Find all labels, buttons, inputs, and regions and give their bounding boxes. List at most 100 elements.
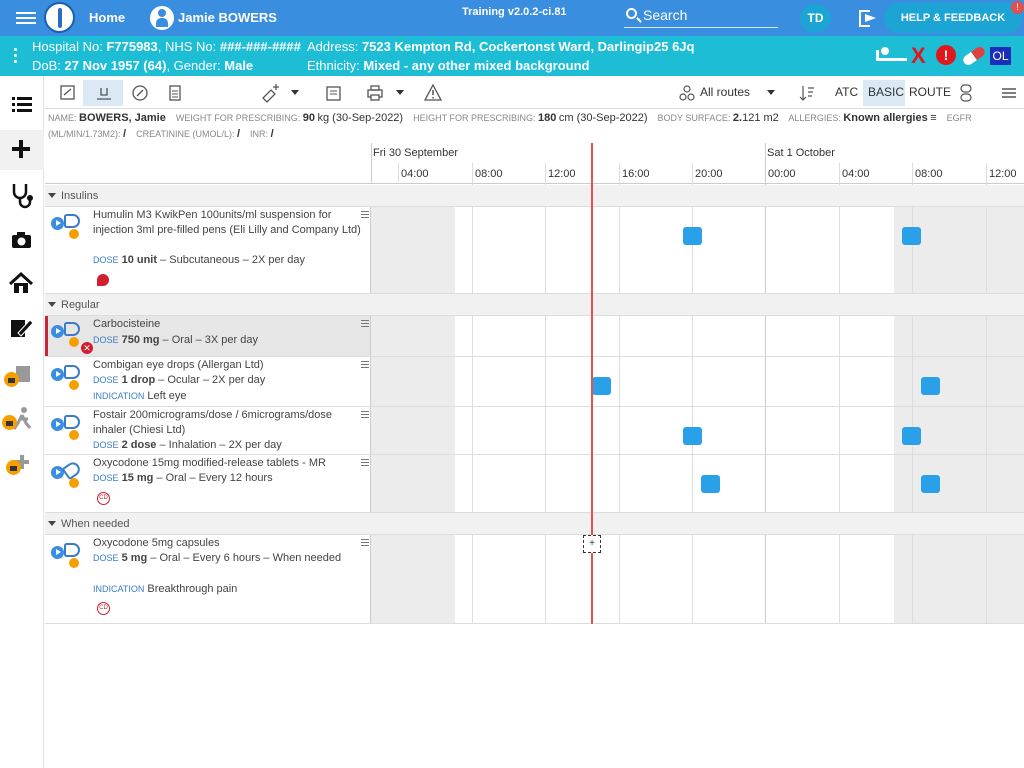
- sidebar-locked-walk-icon[interactable]: [0, 401, 44, 441]
- medication-cell[interactable]: Combigan eye drops (Allergan Ltd) DOSE 1…: [45, 357, 371, 406]
- search-button[interactable]: Search: [624, 6, 778, 28]
- tablet-icon: [51, 459, 87, 493]
- inhaler-icon: [51, 413, 87, 445]
- section-insulins[interactable]: Insulins: [45, 185, 1024, 207]
- medication-name: Humulin M3 KwikPen 100units/ml suspensio…: [93, 209, 361, 236]
- chevron-down-icon[interactable]: [767, 90, 775, 95]
- medication-chart: Fri 30 September Sat 1 October 04:00 08:…: [45, 143, 1024, 624]
- table-row[interactable]: Fostair 200micrograms/dose / 6micrograms…: [45, 407, 1024, 455]
- dose-marker[interactable]: [683, 427, 702, 445]
- menu-icon[interactable]: [16, 9, 36, 27]
- sidebar-add-icon[interactable]: [0, 130, 44, 170]
- dose-marker[interactable]: [701, 475, 720, 493]
- medication-dose: DOSE 2 dose – Inhalation – 2X per day: [93, 439, 282, 451]
- printer-icon[interactable]: [365, 80, 385, 106]
- lock-icon: [2, 415, 17, 430]
- row-menu-icon[interactable]: [361, 539, 369, 548]
- row-menu-icon[interactable]: [361, 320, 369, 329]
- search-label: Search: [643, 7, 688, 23]
- oral-icon: ✕: [51, 320, 93, 354]
- medication-dose: DOSE 10 unit – Subcutaneous – 2X per day: [93, 254, 306, 266]
- dose-marker[interactable]: [921, 475, 940, 493]
- table-row[interactable]: Oxycodone 5mg capsules DOSE 5 mg – Oral …: [45, 535, 1024, 624]
- row-menu-icon[interactable]: [361, 361, 369, 370]
- medication-cell[interactable]: Fostair 200micrograms/dose / 6micrograms…: [45, 407, 371, 454]
- warning-icon[interactable]: [423, 80, 443, 106]
- medication-name: Combigan eye drops (Allergan Ltd): [93, 359, 264, 371]
- administration-view-icon[interactable]: [83, 80, 123, 106]
- table-row[interactable]: Combigan eye drops (Allergan Ltd) DOSE 1…: [45, 357, 1024, 407]
- home-link[interactable]: Home: [89, 10, 125, 25]
- dose-marker[interactable]: [902, 427, 921, 445]
- hour-label: 20:00: [695, 168, 723, 180]
- sidebar-camera-icon[interactable]: [0, 220, 44, 260]
- sidebar-stethoscope-icon[interactable]: [0, 174, 44, 214]
- basic-tab-label: BASIC: [868, 85, 905, 99]
- chart-toolbar: All routes ATC BASIC ROUTE: [45, 77, 1024, 109]
- hour-label: 04:00: [842, 168, 870, 180]
- lock-icon: [6, 460, 21, 475]
- alert-icon[interactable]: !: [936, 45, 956, 65]
- document-icon[interactable]: [167, 80, 183, 106]
- resus-status-icon[interactable]: X: [911, 43, 926, 69]
- hour-label: 08:00: [915, 168, 943, 180]
- medication-indication: INDICATION Left eye: [93, 390, 187, 402]
- sort-icon[interactable]: [799, 80, 815, 106]
- routes-icon: [679, 80, 695, 106]
- day-label: Fri 30 September: [373, 147, 458, 159]
- medication-cell[interactable]: Oxycodone 5mg capsules DOSE 5 mg – Oral …: [45, 535, 371, 623]
- controlled-drug-icon: CD: [97, 602, 110, 615]
- add-medication-icon[interactable]: [259, 80, 281, 106]
- chevron-down-icon[interactable]: [396, 90, 404, 95]
- row-menu-icon[interactable]: [361, 411, 369, 420]
- injection-icon: [51, 212, 87, 244]
- sidebar-home-icon[interactable]: [0, 264, 44, 304]
- bed-icon[interactable]: [876, 46, 907, 62]
- compass-icon[interactable]: [131, 80, 149, 106]
- user-avatar[interactable]: TD: [800, 4, 831, 33]
- hamburger-menu-icon[interactable]: [1001, 80, 1017, 106]
- atc-tab[interactable]: ATC: [835, 85, 858, 99]
- dose-marker[interactable]: [592, 377, 611, 395]
- day-label: Sat 1 October: [767, 147, 835, 159]
- hospital-info: Hospital No: F775983, NHS No: ###-###-##…: [32, 39, 301, 54]
- section-regular[interactable]: Regular: [45, 294, 1024, 316]
- hour-label: 16:00: [622, 168, 650, 180]
- medication-dose: DOSE 15 mg – Oral – Every 12 hours: [93, 472, 273, 484]
- medication-cell[interactable]: ✕ Carbocisteine DOSE 750 mg – Oral – 3X …: [45, 316, 371, 356]
- medication-cell[interactable]: Humulin M3 KwikPen 100units/ml suspensio…: [45, 207, 371, 293]
- table-row[interactable]: ✕ Carbocisteine DOSE 750 mg – Oral – 3X …: [45, 316, 1024, 357]
- table-row[interactable]: Humulin M3 KwikPen 100units/ml suspensio…: [45, 207, 1024, 294]
- row-menu-icon[interactable]: [361, 211, 369, 220]
- routes-dropdown[interactable]: All routes: [700, 85, 750, 99]
- logout-icon[interactable]: [859, 10, 879, 27]
- help-feedback-button[interactable]: HELP & FEEDBACK: [884, 3, 1022, 33]
- sidebar-list-icon[interactable]: [0, 84, 44, 124]
- dose-marker[interactable]: [683, 227, 702, 245]
- patient-info-bar: NAME: BOWERS, Jamie WEIGHT FOR PRESCRIBI…: [48, 112, 972, 140]
- more-vertical-icon[interactable]: [14, 48, 17, 66]
- ol-badge[interactable]: OL: [990, 47, 1011, 65]
- search-icon: [626, 8, 637, 19]
- app-logo[interactable]: [44, 2, 75, 33]
- row-menu-icon[interactable]: [361, 459, 369, 468]
- table-row[interactable]: Oxycodone 15mg modified-release tablets …: [45, 455, 1024, 513]
- chevron-down-icon[interactable]: [291, 90, 299, 95]
- version-label: Training v2.0.2-ci.81: [462, 6, 567, 18]
- add-prn-dose-button[interactable]: +: [583, 535, 601, 553]
- dose-marker[interactable]: [921, 377, 940, 395]
- dose-marker[interactable]: [902, 227, 921, 245]
- basic-tab[interactable]: BASIC: [863, 80, 905, 106]
- sidebar-locked-add-icon[interactable]: [0, 451, 44, 491]
- calendar-add-icon[interactable]: [325, 80, 343, 106]
- section-when-needed[interactable]: When needed: [45, 513, 1024, 535]
- patient-name-link[interactable]: Jamie BOWERS: [178, 10, 277, 25]
- hour-label: 12:00: [548, 168, 576, 180]
- sidebar-locked-doc-icon[interactable]: [0, 358, 44, 398]
- capsules-icon[interactable]: [958, 80, 974, 106]
- chart-view-icon[interactable]: [59, 80, 77, 106]
- medication-cell[interactable]: Oxycodone 15mg modified-release tablets …: [45, 455, 371, 512]
- sidebar-edit-icon[interactable]: [0, 308, 44, 348]
- route-tab[interactable]: ROUTE: [909, 85, 951, 99]
- collapse-icon: [48, 521, 56, 526]
